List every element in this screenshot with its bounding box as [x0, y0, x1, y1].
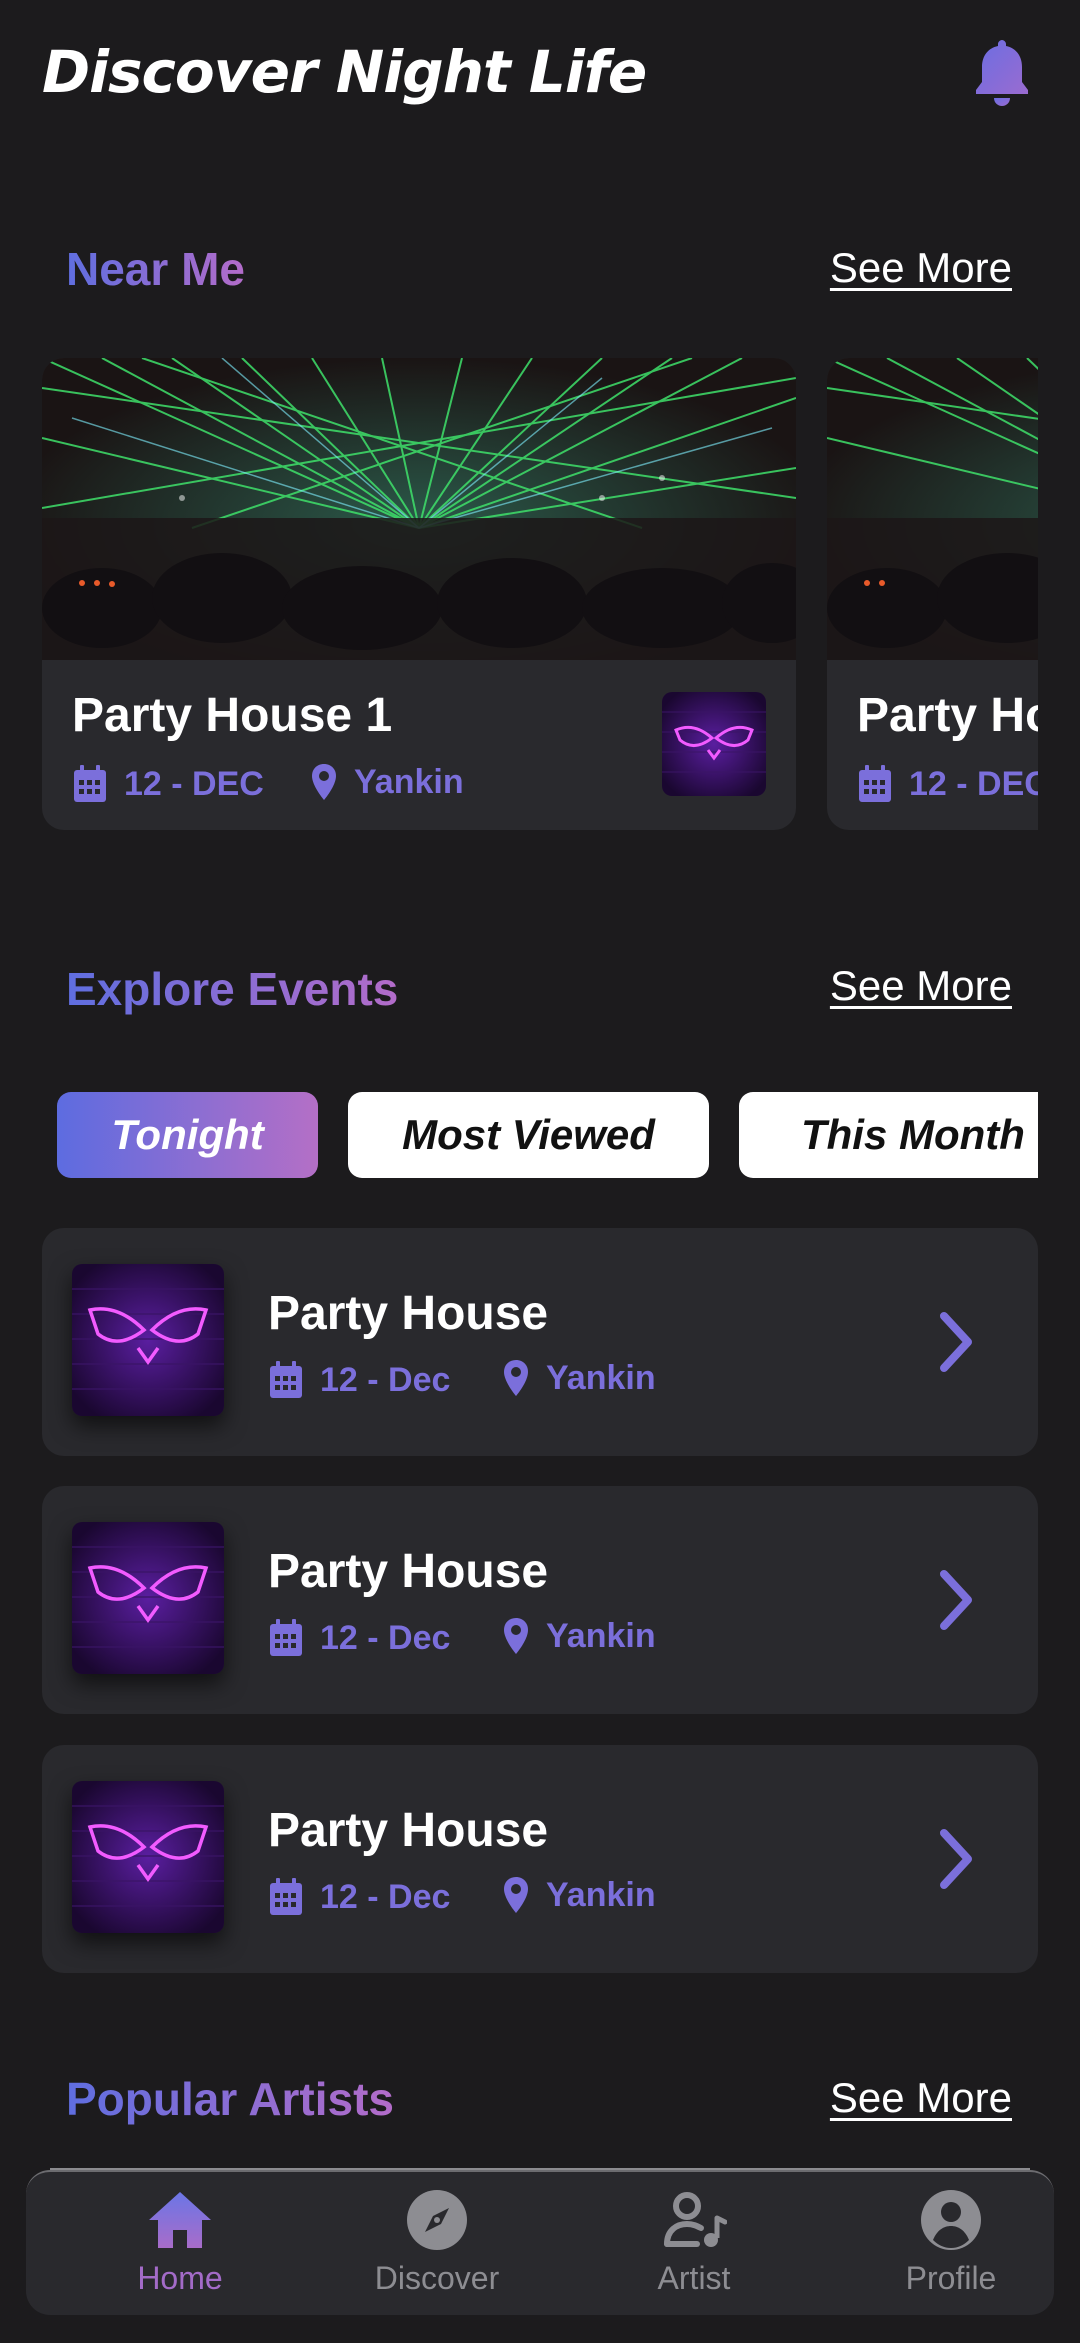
event-title: Party House: [268, 1545, 549, 1598]
event-date: 12 - Dec: [268, 1877, 450, 1917]
near-card-location: Yankin: [310, 762, 464, 802]
event-photo: [827, 358, 1038, 660]
event-title: Party House: [268, 1287, 549, 1340]
popular-artists-see-more-link[interactable]: See More: [830, 2074, 1012, 2122]
profile-icon: [921, 2190, 981, 2250]
event-photo: [42, 358, 796, 660]
bell-icon[interactable]: [970, 36, 1034, 108]
chevron-right-icon[interactable]: [936, 1827, 976, 1891]
event-location-text: Yankin: [546, 1616, 656, 1655]
event-location: Yankin: [502, 1875, 656, 1915]
compass-icon: [407, 2190, 467, 2250]
calendar-icon: [270, 1361, 302, 1398]
event-date-text: 12 - Dec: [320, 1618, 451, 1657]
chevron-right-icon[interactable]: [936, 1568, 976, 1632]
owl-logo-thumbnail: [72, 1522, 224, 1674]
home-icon: [149, 2192, 211, 2248]
near-me-carousel[interactable]: Party House 1 12 - DEC Yankin Party H 12…: [42, 358, 1038, 830]
event-date: 12 - Dec: [268, 1360, 450, 1400]
nav-artist-label: Artist: [657, 2260, 731, 2296]
location-pin-icon: [312, 764, 336, 800]
owl-logo-thumbnail: [72, 1264, 224, 1416]
popular-artists-title: Popular Artists: [66, 2073, 395, 2125]
event-location: Yankin: [502, 1616, 656, 1656]
near-me-title: Near Me: [66, 243, 245, 295]
nav-discover[interactable]: Discover: [337, 2188, 537, 2297]
near-card-date-text: 12 - DEC: [124, 764, 264, 803]
nav-profile-label: Profile: [905, 2260, 997, 2296]
near-card-date-text: 12 - DEC: [909, 764, 1038, 803]
calendar-icon: [74, 765, 106, 802]
explore-see-more-link[interactable]: See More: [830, 962, 1012, 1010]
calendar-icon: [270, 1619, 302, 1656]
explore-events-title: Explore Events: [66, 963, 399, 1015]
filter-most-viewed[interactable]: Most Viewed: [348, 1092, 709, 1178]
nav-home[interactable]: Home: [80, 2188, 280, 2297]
near-card-location-text: Yankin: [354, 762, 464, 801]
near-card-title: Party House 1: [857, 689, 1038, 742]
nav-home-label: Home: [137, 2260, 223, 2296]
owl-logo-thumbnail: [662, 692, 766, 796]
event-list-item[interactable]: Party House 12 - Dec Yankin: [42, 1228, 1038, 1456]
chevron-right-icon[interactable]: [936, 1310, 976, 1374]
nav-artist[interactable]: Artist: [594, 2188, 794, 2297]
near-card-date: 12 - DEC: [857, 764, 1038, 804]
event-list-item[interactable]: Party House 12 - Dec Yankin: [42, 1745, 1038, 1973]
owl-logo-thumbnail: [72, 1781, 224, 1933]
event-date-text: 12 - Dec: [320, 1360, 451, 1399]
location-pin-icon: [504, 1360, 528, 1396]
location-pin-icon: [504, 1877, 528, 1913]
location-pin-icon: [504, 1618, 528, 1654]
event-date-text: 12 - Dec: [320, 1877, 451, 1916]
event-location-text: Yankin: [546, 1358, 656, 1397]
filter-this-month[interactable]: This Month: [739, 1092, 1038, 1178]
near-me-card[interactable]: Party House 1 12 - DEC Yankin: [42, 358, 796, 830]
artist-icon: [664, 2192, 727, 2247]
event-location-text: Yankin: [546, 1875, 656, 1914]
filter-tonight[interactable]: Tonight: [57, 1092, 318, 1178]
nav-discover-label: Discover: [374, 2260, 500, 2296]
app-title: Discover Night Life: [42, 38, 647, 106]
calendar-icon: [270, 1878, 302, 1915]
near-me-see-more-link[interactable]: See More: [830, 244, 1012, 292]
event-location: Yankin: [502, 1358, 656, 1398]
near-card-date: 12 - DEC: [72, 764, 264, 804]
near-card-title: Party House 1: [72, 689, 393, 742]
event-list-item[interactable]: Party House 12 - Dec Yankin: [42, 1486, 1038, 1714]
event-title: Party House: [268, 1804, 549, 1857]
bottom-navigation: Home Discover Artist Profile: [26, 2170, 1054, 2315]
calendar-icon: [859, 765, 891, 802]
near-me-card[interactable]: Party House 1 12 - DEC: [827, 358, 1038, 830]
event-date: 12 - Dec: [268, 1618, 450, 1658]
nav-profile[interactable]: Profile: [851, 2188, 1051, 2297]
